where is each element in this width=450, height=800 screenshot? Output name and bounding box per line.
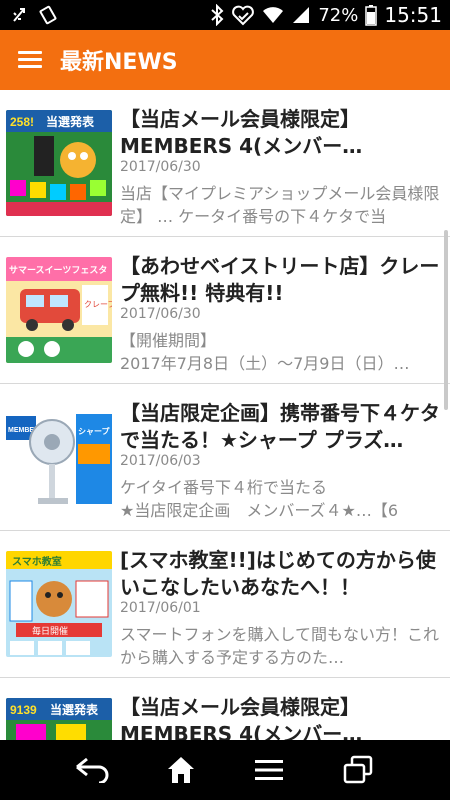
news-date: 2017/06/01 [120, 600, 201, 616]
silent-icon [38, 5, 58, 25]
news-item[interactable]: 9139 当選発表 【当店メール会員様限定】MEMBERS 4(メンバー… [0, 678, 450, 740]
news-item[interactable]: サマースイーツフェスタ クレープ 【あわせベイストリート店】クレープ無料!! 特… [0, 237, 450, 384]
news-description: 【開催期間】 2017年7月8日（土）〜7月9日（日）… [120, 331, 410, 373]
news-title: [スマホ教室!!]はじめての方から使いこなしたいあなたへ！！ [120, 548, 436, 599]
news-thumbnail: MEMBERS 4 シャープ [6, 404, 112, 510]
news-description: 当店【マイプレミアショップメール会員様限定】 … ケータイ番号の下４ケタで当 [120, 184, 440, 226]
thumb-text: 258! [10, 115, 34, 129]
news-title: 【当店限定企画】携帯番号下４ケタで当たる！★シャープ プラズ… [120, 401, 440, 452]
thumb-caption: クレープ [84, 300, 112, 309]
news-thumbnail: 9139 当選発表 [6, 698, 112, 740]
heart-icon [231, 4, 255, 26]
recent-apps-icon[interactable] [336, 748, 380, 792]
page-title: 最新NEWS [60, 50, 178, 75]
nav-bar [0, 740, 450, 800]
usb-icon [10, 5, 30, 25]
thumb-caption: 毎日開催 [32, 625, 68, 637]
thumb-text: サマースイーツフェスタ [9, 264, 107, 276]
news-title: 【あわせベイストリート店】クレープ無料!! 特典有!! [120, 254, 440, 305]
home-icon[interactable] [159, 748, 203, 792]
news-description: スマートフォンを購入して間もない方！これから購入する予定する方のた… [120, 625, 440, 667]
battery-percent: 72% [318, 4, 359, 26]
bluetooth-icon [210, 4, 224, 26]
signal-icon [291, 5, 311, 25]
thumb-caption: シャープ [78, 426, 111, 436]
clock: 15:51 [384, 3, 442, 27]
status-bar: 72% 15:51 [0, 0, 450, 30]
news-list[interactable]: 258! 当選発表 【当店メール会員様限定】MEMBERS 4(メンバー… 20… [0, 90, 450, 740]
news-item[interactable]: スマホ教室 毎日開催 [スマホ教室!!]はじめての方から使いこなしたいあなたへ！… [0, 531, 450, 678]
menu-lines-icon[interactable] [247, 748, 291, 792]
thumb-text: 9139 [10, 703, 37, 717]
hamburger-icon[interactable] [18, 51, 42, 69]
back-icon[interactable] [70, 748, 114, 792]
news-date: 2017/06/30 [120, 306, 201, 322]
thumb-caption: 当選発表 [50, 702, 99, 717]
news-title: 【当店メール会員様限定】MEMBERS 4(メンバー… [120, 107, 363, 158]
news-date: 2017/06/03 [120, 453, 201, 469]
news-item[interactable]: 258! 当選発表 【当店メール会員様限定】MEMBERS 4(メンバー… 20… [0, 90, 450, 237]
thumb-caption: 当選発表 [46, 114, 95, 129]
battery-icon [365, 4, 378, 26]
news-thumbnail: 258! 当選発表 [6, 110, 112, 216]
thumb-text: スマホ教室 [12, 555, 62, 568]
scrollbar[interactable] [444, 230, 448, 410]
wifi-icon [262, 6, 284, 24]
news-thumbnail: スマホ教室 毎日開催 [6, 551, 112, 657]
news-title: 【当店メール会員様限定】MEMBERS 4(メンバー… [120, 695, 363, 740]
news-thumbnail: サマースイーツフェスタ クレープ [6, 257, 112, 363]
app-bar: 最新NEWS [0, 30, 450, 90]
news-item[interactable]: MEMBERS 4 シャープ 【当店限定企画】携帯番号下４ケタで当たる！★シャー… [0, 384, 450, 531]
news-date: 2017/06/30 [120, 159, 201, 175]
news-description: ケイタイ番号下４桁で当たる ★当店限定企画 メンバーズ４★…【6 [120, 478, 399, 520]
